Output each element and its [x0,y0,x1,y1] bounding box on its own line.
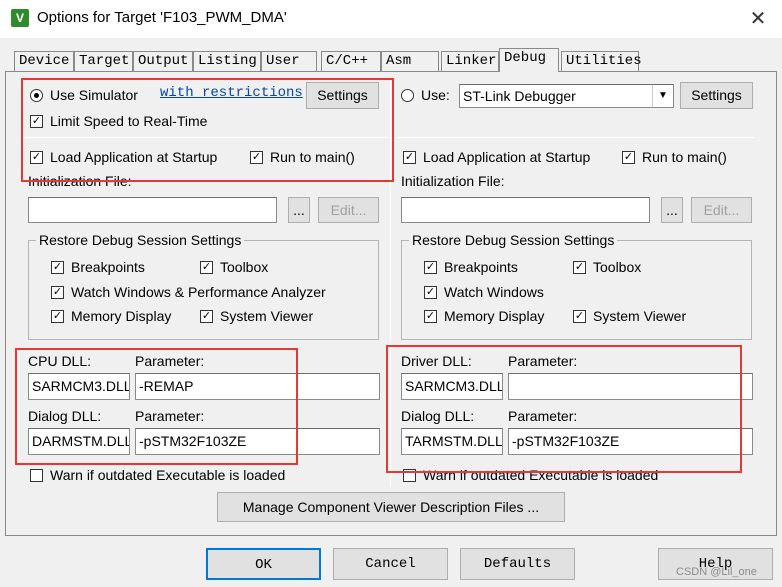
browse-init-file-button-right[interactable]: ... [661,197,683,223]
driver-parameter-label: Parameter: [508,353,578,369]
toolbox-label-right: Toolbox [593,259,642,275]
cpu-dll-label: CPU DLL: [28,353,92,369]
tab-linker[interactable]: Linker [441,51,499,71]
tab-utilities[interactable]: Utilities [561,51,642,71]
warn-outdated-label-right: Warn if outdated Executable is loaded [423,467,659,483]
window-title: Options for Target 'F103_PWM_DMA' [37,9,287,26]
load-application-checkbox-right[interactable]: ✓ [403,151,416,164]
debugger-settings-button[interactable]: Settings [680,82,753,109]
watch-windows-checkbox-right[interactable]: ✓ [424,286,437,299]
separator [22,137,388,138]
initialization-file-label: Initialization File: [28,173,132,189]
column-divider [390,79,391,487]
separator [398,137,754,138]
breakpoints-checkbox-right[interactable]: ✓ [424,261,437,274]
tab-device[interactable]: Device [14,51,74,71]
tab-output[interactable]: Output [133,51,193,71]
tab-user[interactable]: User [261,51,317,71]
use-simulator-label: Use Simulator [50,87,138,103]
debugger-select-value: ST-Link Debugger [463,88,576,104]
browse-init-file-button[interactable]: ... [288,197,310,223]
with-restrictions-link[interactable]: with restrictions [160,85,303,101]
tab-listing[interactable]: Listing [193,51,261,71]
use-debugger-radio[interactable] [401,89,414,102]
dialog-dll-label-right: Dialog DLL: [401,408,475,424]
tab-debug[interactable]: Debug [499,48,559,72]
load-application-checkbox[interactable]: ✓ [30,151,43,164]
dialog-parameter-label: Parameter: [135,408,205,424]
dialog-dll-field-right[interactable]: TARMSTM.DLL [401,428,503,455]
dialog-dll-label: Dialog DLL: [28,408,102,424]
use-simulator-radio[interactable] [30,89,43,102]
run-to-main-label: Run to main() [270,149,355,165]
system-viewer-checkbox-right[interactable]: ✓ [573,310,586,323]
debugger-select[interactable]: ST-Link Debugger [459,84,674,108]
defaults-button[interactable]: Defaults [460,548,575,580]
cpu-parameter-field[interactable]: -REMAP [135,373,380,400]
breakpoints-label: Breakpoints [71,259,145,275]
cpu-dll-field[interactable]: SARMCM3.DLL [28,373,130,400]
initialization-file-input-right[interactable] [401,197,650,223]
system-viewer-label-right: System Viewer [593,308,687,324]
driver-parameter-field[interactable] [508,373,753,400]
tab-c-cpp[interactable]: C/C++ [321,51,381,71]
edit-init-file-button[interactable]: Edit... [318,197,379,223]
dialog-parameter-label-right: Parameter: [508,408,578,424]
limit-speed-label: Limit Speed to Real-Time [50,113,208,129]
memory-display-label: Memory Display [71,308,172,324]
close-icon[interactable]: ✕ [742,4,774,34]
tab-target[interactable]: Target [74,51,133,71]
run-to-main-label-right: Run to main() [642,149,727,165]
watch-windows-label-right: Watch Windows [444,284,544,300]
run-to-main-checkbox[interactable]: ✓ [250,151,263,164]
chevron-down-icon[interactable]: ▼ [652,85,673,107]
restore-settings-title-right: Restore Debug Session Settings [409,232,618,248]
watch-windows-checkbox[interactable]: ✓ [51,286,64,299]
keil-app-icon: V [11,9,29,27]
manage-component-viewer-button[interactable]: Manage Component Viewer Description File… [217,492,565,522]
restore-settings-title: Restore Debug Session Settings [36,232,245,248]
memory-display-label-right: Memory Display [444,308,545,324]
watermark-text: CSDN @Lil_one [676,566,757,578]
watch-windows-label: Watch Windows & Performance Analyzer [71,284,326,300]
toolbox-checkbox[interactable]: ✓ [200,261,213,274]
limit-speed-checkbox[interactable]: ✓ [30,115,43,128]
dialog-parameter-field-right[interactable]: -pSTM32F103ZE [508,428,753,455]
tab-asm[interactable]: Asm [381,51,439,71]
edit-init-file-button-right[interactable]: Edit... [691,197,752,223]
toolbox-checkbox-right[interactable]: ✓ [573,261,586,274]
system-viewer-checkbox[interactable]: ✓ [200,310,213,323]
toolbox-label: Toolbox [220,259,269,275]
dialog-parameter-field[interactable]: -pSTM32F103ZE [135,428,380,455]
breakpoints-label-right: Breakpoints [444,259,518,275]
warn-outdated-label: Warn if outdated Executable is loaded [50,467,286,483]
memory-display-checkbox-right[interactable]: ✓ [424,310,437,323]
load-application-label: Load Application at Startup [50,149,218,165]
load-application-label-right: Load Application at Startup [423,149,591,165]
driver-dll-field[interactable]: SARMCM3.DLL [401,373,503,400]
ok-button[interactable]: OK [206,548,321,580]
cpu-parameter-label: Parameter: [135,353,205,369]
run-to-main-checkbox-right[interactable]: ✓ [622,151,635,164]
use-label: Use: [421,87,450,103]
initialization-file-label-right: Initialization File: [401,173,505,189]
warn-outdated-checkbox-right[interactable] [403,469,416,482]
initialization-file-input[interactable] [28,197,277,223]
dialog-dll-field[interactable]: DARMSTM.DLL [28,428,130,455]
system-viewer-label: System Viewer [220,308,314,324]
cancel-button[interactable]: Cancel [333,548,448,580]
memory-display-checkbox[interactable]: ✓ [51,310,64,323]
warn-outdated-checkbox[interactable] [30,469,43,482]
simulator-settings-button[interactable]: Settings [306,82,379,109]
driver-dll-label: Driver DLL: [401,353,472,369]
breakpoints-checkbox[interactable]: ✓ [51,261,64,274]
